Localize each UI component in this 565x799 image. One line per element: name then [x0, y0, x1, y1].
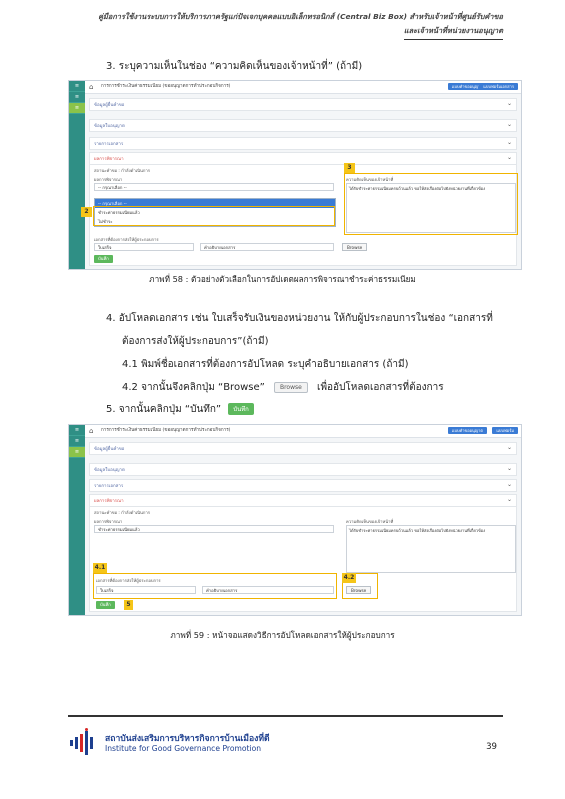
save-button-example: บันทึก [228, 403, 254, 415]
app-topbar: ⌂ การการชำระเงินค่าธรรมเนียม (ขออนุญาตกา… [85, 81, 521, 94]
sidebar-item[interactable]: ≡ [69, 92, 85, 103]
doc-name-input[interactable]: ใบเสร็จ [94, 243, 194, 251]
page-title: การการชำระเงินค่าธรรมเนียม (ขออนุญาตการท… [101, 84, 231, 89]
chevron-down-icon: ⌄ [506, 121, 512, 128]
status-label: สถานะคำขอ : กำลังดำเนินการ [94, 168, 151, 173]
select-label: ผลการพิจารณา [94, 519, 123, 524]
doc-name-input[interactable]: ใบเสร็จ [96, 586, 196, 594]
home-icon[interactable]: ⌂ [89, 83, 93, 91]
doc-label: เอกสารที่ต้องการส่งให้ผู้ประกอบการ [96, 578, 161, 583]
select-label: ผลการพิจารณา [94, 177, 123, 182]
marker-4-1: 4.1 [93, 563, 107, 573]
section-license[interactable]: ข้อมูลใบอนุญาต ⌄ [89, 119, 517, 132]
app-sidebar: ≡ ≡ ≡ [69, 425, 85, 615]
app-sidebar: ≡ ≡ ≡ [69, 81, 85, 269]
section-documents[interactable]: รายการเอกสาร ⌄ [89, 479, 517, 492]
footer-org-thai: สถาบันส่งเสริมการบริหารกิจการบ้านเมืองที… [105, 734, 270, 744]
highlight-box-2 [93, 206, 335, 226]
sidebar-item[interactable]: ≡ [69, 425, 85, 436]
chevron-down-icon: ⌄ [506, 481, 512, 488]
running-header: คู่มือการใช้งานระบบการให้บริการภาครัฐแก่… [98, 10, 503, 40]
igp-logo-icon [70, 728, 93, 755]
browse-button[interactable]: Browse [346, 586, 372, 594]
form-template-button[interactable]: แบบฟอร์มเอกสาร [479, 83, 518, 90]
sidebar-item[interactable]: ≡ [69, 436, 85, 447]
step-4-1: 4.1 พิมพ์ชื่อเอกสารที่ต้องการอัปโหลด ระบ… [122, 359, 409, 370]
browse-button[interactable]: Browse [342, 243, 368, 251]
comment-textarea[interactable]: ได้รับชำระค่าธรรมเนียมครบถ้วนแล้ว ขอให้ส… [346, 525, 516, 573]
caption-58: ภาพที่ 58 : ตัวอย่างตัวเลือกในการอัปเดตผ… [149, 274, 416, 284]
chevron-down-icon: ⌄ [506, 154, 512, 161]
page-title: การการชำระเงินค่าธรรมเนียม (ขออนุญาตการท… [101, 428, 231, 433]
section-applicant[interactable]: ข้อมูลผู้ยื่นคำขอ ⌄ [89, 98, 517, 111]
form-template-button[interactable]: แบบฟอร์ม [492, 427, 518, 434]
doc-label: เอกสารที่ต้องการส่งให้ผู้ประกอบการ [94, 237, 159, 242]
home-icon[interactable]: ⌂ [89, 427, 93, 435]
step-4-2: 4.2 จากนั้นจึงคลิกปุ่ม “Browse” Browse เ… [122, 381, 444, 393]
step-4-line1: 4. อัปโหลดเอกสาร เช่น ใบเสร็จรับเงินของห… [106, 313, 493, 324]
status-label: สถานะคำขอ : กำลังดำเนินการ [94, 510, 151, 515]
screenshot-2: ≡ ≡ ≡ ⌂ การการชำระเงินค่าธรรมเนียม (ขออน… [68, 424, 522, 616]
header-line1: คู่มือการใช้งานระบบการให้บริการภาครัฐแก่… [98, 12, 503, 21]
sidebar-item-active[interactable]: ≡ [69, 103, 85, 114]
browse-button-example: Browse [273, 381, 308, 393]
result-panel: สถานะคำขอ : กำลังดำเนินการ ผลการพิจารณา … [89, 506, 517, 612]
step-4-line2: ต้องการส่งให้ผู้ประกอบการ”(ถ้ามี) [122, 336, 269, 347]
section-applicant[interactable]: ข้อมูลผู้ยื่นคำขอ ⌄ [89, 442, 517, 455]
caption-59: ภาพที่ 59 : หน้าจอแสดงวิธีการอัปโหลดเอกส… [170, 630, 395, 640]
section-license[interactable]: ข้อมูลใบอนุญาต ⌄ [89, 463, 517, 476]
result-panel: สถานะคำขอ : กำลังดำเนินการ ผลการพิจารณา … [81, 163, 518, 266]
sidebar-item-active[interactable]: ≡ [69, 447, 85, 458]
marker-5: 5 [124, 600, 133, 610]
chevron-down-icon: ⌄ [506, 139, 512, 146]
marker-3: 3 [344, 163, 355, 173]
header-line2: และเจ้าหน้าที่หน่วยงานอนุญาต [403, 24, 503, 40]
marker-4-2: 4.2 [342, 573, 356, 583]
save-button[interactable]: บันทึก [96, 601, 115, 609]
comment-label: ความคิดเห็นของเจ้าหน้าที่ [346, 519, 394, 524]
result-select[interactable]: -- กรุณาเลือก -- [94, 183, 334, 191]
chevron-down-icon: ⌄ [506, 444, 512, 451]
request-form-button[interactable]: แบบคำขออนุญาต [447, 427, 487, 434]
save-button[interactable]: บันทึก [94, 255, 113, 263]
page-number: 39 [486, 742, 497, 752]
doc-desc-input[interactable]: คำอธิบายเอกสาร [202, 586, 334, 594]
chevron-down-icon: ⌄ [506, 465, 512, 472]
marker-2: 2 [81, 207, 92, 217]
app-topbar: ⌂ การการชำระเงินค่าธรรมเนียม (ขออนุญาตกา… [85, 425, 521, 438]
highlight-box-3 [344, 173, 518, 235]
chevron-down-icon: ⌄ [506, 100, 512, 107]
step-3: 3. ระบุความเห็นในช่อง “ความคิดเห็นของเจ้… [106, 61, 363, 72]
result-select[interactable]: ชำระค่าธรรมเนียมแล้ว [94, 525, 334, 533]
footer-rule [68, 715, 503, 717]
screenshot-1: ≡ ≡ ≡ ⌂ การการชำระเงินค่าธรรมเนียม (ขออน… [68, 80, 522, 270]
chevron-down-icon: ⌄ [506, 496, 512, 503]
doc-desc-input[interactable]: คำอธิบายเอกสาร [200, 243, 334, 251]
step-5: 5. จากนั้นคลิกปุ่ม “บันทึก” บันทึก [106, 402, 254, 417]
section-documents[interactable]: รายการเอกสาร ⌄ [89, 137, 517, 150]
footer-org-english: Institute for Good Governance Promotion [105, 744, 262, 753]
sidebar-item[interactable]: ≡ [69, 81, 85, 92]
